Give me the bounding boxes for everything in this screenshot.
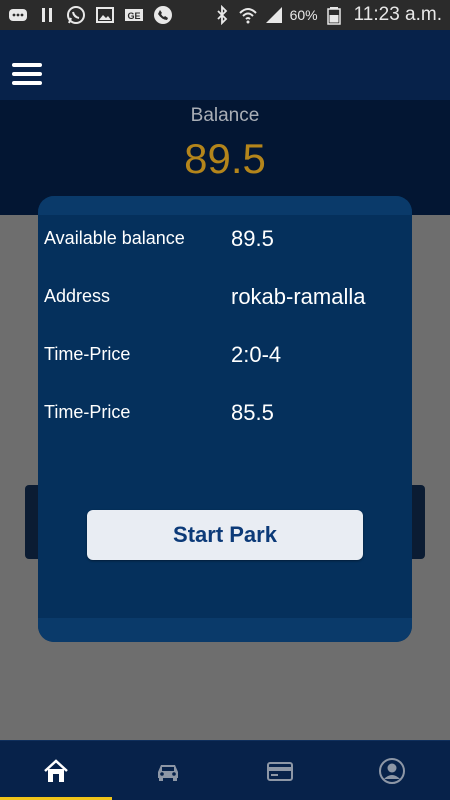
signal-icon [264,5,284,25]
time-price-label: Time-Price [44,344,131,364]
pause-icon [37,5,57,25]
park-dialog: Available balance 89.5 Address rokab-ram… [38,196,412,642]
balance-value: 89.5 [184,135,266,182]
address-value: rokab-ramalla [231,284,366,309]
address-label: Address [44,286,111,306]
nav-home[interactable] [0,741,112,800]
credit-card-icon [267,762,293,781]
status-bar-left: GE [8,5,173,25]
start-park-button[interactable]: Start Park [87,510,363,560]
dialog-row-time-price-2: Time-Price 85.5 [38,400,412,430]
balance-label: Balance [190,105,260,126]
dialog-row-time-price: Time-Price 2:0-4 [38,342,412,372]
hamburger-menu-icon[interactable] [12,63,42,85]
time-price-value: 2:0-4 [231,342,282,367]
nav-profile[interactable] [336,741,448,800]
dialog-bottom-strip [38,618,412,642]
bottom-nav [0,740,450,800]
dialog-row-available-balance: Available balance 89.5 [38,226,412,256]
ge-icon: GE [124,5,144,25]
available-balance-value: 89.5 [231,226,274,251]
available-balance-label: Available balance [44,228,185,248]
nav-payment[interactable] [224,741,336,800]
chat-bubble-icon [8,5,28,25]
nav-car[interactable] [112,741,224,800]
time-price-value-2: 85.5 [231,400,274,425]
dialog-row-address: Address rokab-ramalla [38,284,412,314]
time-price-label-2: Time-Price [44,402,131,422]
battery-icon [324,5,344,25]
svg-text:GE: GE [127,11,140,21]
bluetooth-icon [212,5,232,25]
car-icon [158,765,178,781]
status-bar: GE 60% 11:23 a.m. [0,0,450,30]
battery-percent: 60% [289,7,318,23]
phone-icon [153,5,173,25]
image-icon [95,5,115,25]
wifi-icon [238,5,258,25]
whatsapp-icon [66,5,86,25]
status-time: 11:23 a.m. [353,4,442,25]
home-icon [44,759,68,782]
status-bar-right: 60% 11:23 a.m. [212,4,442,26]
dialog-top-strip [38,196,412,215]
profile-icon [379,758,405,784]
app-bar [0,30,450,100]
